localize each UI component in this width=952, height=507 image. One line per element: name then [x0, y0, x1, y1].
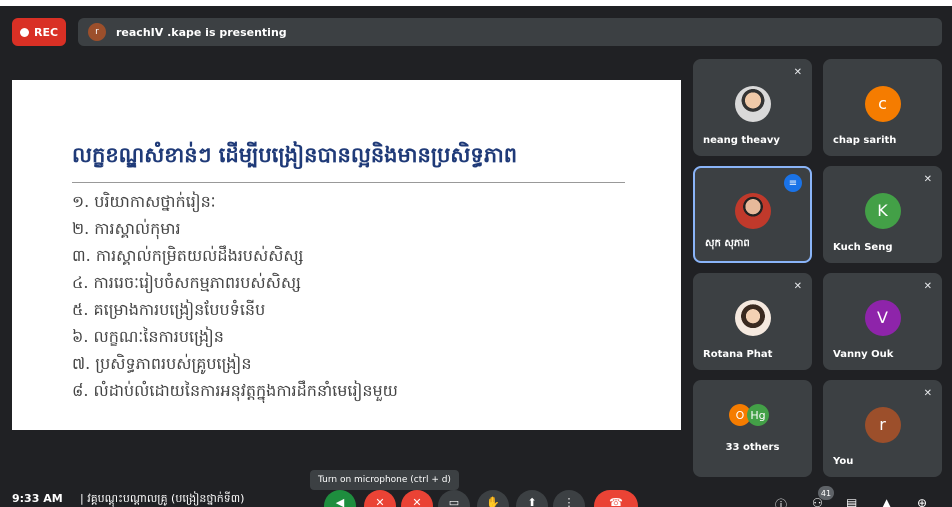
rec-label: REC: [33, 25, 59, 39]
speaker-icon: ◀: [335, 496, 345, 507]
slide-list-item: ៣. ការស្គាល់កម្រិតយល់ដឹងរបស់សិស្ស: [72, 246, 304, 265]
mic-off-icon: ✕: [923, 281, 932, 292]
mic-off-icon: ✕: [923, 388, 932, 399]
avatar: K: [864, 192, 901, 229]
slide-list: ១. បរិយាកាសថ្នាក់រៀនៈ ២. ការស្គាល់កុមារ …: [72, 188, 398, 404]
phone-hangup-icon: ☎: [609, 496, 623, 507]
participant-name: neang theavy: [703, 135, 780, 146]
presentation-slide: លក្ខខណ្ឌសំខាន់ៗ ដើម្បីបង្រៀនបានល្អនិងមាន…: [12, 80, 681, 430]
participant-name: Vanny Ouk: [833, 349, 894, 360]
slide-list-item: ១. បរិយាកាសថ្នាក់រៀនៈ: [72, 192, 216, 211]
avatar: V: [864, 299, 901, 336]
participant-tile[interactable]: ✕ Rotana Phat: [693, 273, 812, 370]
participant-name: You: [833, 456, 854, 467]
meeting-title: | វគ្គបណ្តុះបណ្តាលគ្រូ (បង្រៀនថ្នាក់ទី៣): [80, 492, 245, 505]
participant-tile[interactable]: c chap sarith: [823, 59, 942, 156]
mic-off-icon: ✕: [923, 174, 932, 185]
slide-divider: [72, 182, 625, 183]
avatar: [734, 85, 771, 122]
participant-name: Rotana Phat: [703, 349, 773, 360]
slide-list-item: ៥. គម្រោងការបង្រៀនបែបទំនើប: [72, 300, 266, 319]
presenting-banner[interactable]: r reachIV .kape is presenting: [78, 18, 942, 46]
mic-off-icon: ✕: [375, 496, 385, 507]
more-vertical-icon: ⋮: [563, 496, 575, 507]
slide-list-item: ៦. លក្ខណៈនៃការបង្រៀន: [72, 327, 224, 346]
leave-call-button[interactable]: ☎: [594, 490, 638, 507]
participant-tile-active[interactable]: ≡ សុក សុភាព: [693, 166, 812, 263]
slide-list-item: ៨. លំដាប់លំដោយនៃការអនុវត្តក្នុងការដឹកនាំ…: [72, 381, 398, 400]
record-dot-icon: [19, 27, 29, 37]
slide-list-item: ២. ការស្គាល់កុមារ: [72, 219, 181, 238]
others-tile[interactable]: O Hg 33 others: [693, 380, 812, 477]
camera-off-icon: ✕: [412, 496, 422, 507]
captions-icon: ▭: [448, 496, 460, 507]
self-tile[interactable]: ✕ r You: [823, 380, 942, 477]
avatar: r: [864, 406, 901, 443]
present-icon: ⬆: [527, 496, 537, 507]
top-edge: [0, 0, 952, 6]
participant-tile[interactable]: ✕ neang theavy: [693, 59, 812, 156]
participant-tile[interactable]: ✕ K Kuch Seng: [823, 166, 942, 263]
chat-icon[interactable]: ▤: [846, 496, 857, 507]
lock-icon[interactable]: ⊕: [917, 496, 927, 507]
mic-tooltip: Turn on microphone (ctrl + d): [310, 470, 459, 490]
audio-level-icon: ≡: [784, 174, 802, 192]
slide-list-item: ៤. ការរេចៈរៀបចំសកម្មភាពរបស់សិស្ស: [72, 273, 301, 292]
presenter-avatar: r: [88, 23, 106, 41]
activities-icon[interactable]: ▲: [882, 496, 891, 507]
clock: 9:33 AM: [12, 492, 63, 505]
top-bar: REC r reachIV .kape is presenting: [0, 0, 952, 58]
others-avatars: O Hg: [729, 404, 769, 426]
info-icon[interactable]: ⓘ: [775, 496, 787, 507]
participant-name: chap sarith: [833, 135, 897, 146]
mic-off-icon: ✕: [793, 281, 802, 292]
mic-off-icon: ✕: [793, 67, 802, 78]
slide-list-item: ៧. ប្រសិទ្ធភាពរបស់គ្រូបង្រៀន: [72, 354, 252, 373]
participant-tile[interactable]: ✕ V Vanny Ouk: [823, 273, 942, 370]
others-count: 33 others: [725, 442, 780, 453]
people-icon[interactable]: ⚇: [812, 496, 823, 507]
avatar: Hg: [747, 404, 769, 426]
avatar: [734, 299, 771, 336]
participant-name: សុក សុភាព: [705, 238, 750, 249]
slide-title: លក្ខខណ្ឌសំខាន់ៗ ដើម្បីបង្រៀនបានល្អនិងមាន…: [72, 142, 518, 167]
avatar: [734, 192, 771, 229]
recording-indicator[interactable]: REC: [12, 18, 66, 46]
hand-icon: ✋: [486, 496, 500, 507]
participant-name: Kuch Seng: [833, 242, 893, 253]
presenting-text: reachIV .kape is presenting: [116, 25, 287, 39]
avatar: c: [864, 85, 901, 122]
